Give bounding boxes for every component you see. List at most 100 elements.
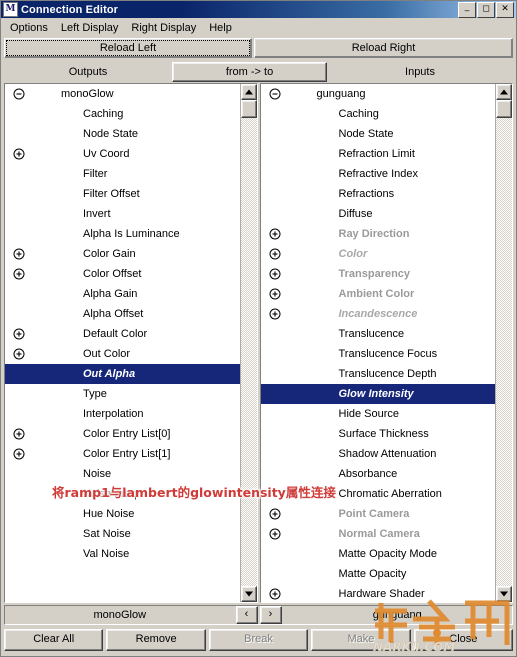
list-item[interactable]: Translucence Depth [261, 364, 496, 384]
list-item[interactable]: Shadow Attenuation [261, 444, 496, 464]
list-item[interactable]: Color Gain [5, 244, 240, 264]
list-item[interactable]: Invert [5, 204, 240, 224]
expander-cell[interactable] [261, 508, 289, 520]
list-item[interactable]: Color Entry List[1] [5, 444, 240, 464]
expand-icon[interactable] [269, 248, 281, 260]
reload-right-button[interactable]: Reload Right [254, 38, 513, 58]
close-action-button[interactable]: Close [413, 629, 514, 651]
next-node-button[interactable]: › [259, 606, 282, 624]
list-item[interactable]: Glow Intensity [260, 384, 495, 404]
right-scroll-down-button[interactable] [496, 586, 512, 602]
expander-cell[interactable] [5, 268, 33, 280]
menu-item-help[interactable]: Help [203, 20, 239, 36]
list-item[interactable]: Filter [5, 164, 240, 184]
expand-icon[interactable] [269, 288, 281, 300]
menu-item-options[interactable]: Options [4, 20, 55, 36]
right-scroll-up-button[interactable] [496, 84, 512, 100]
list-item[interactable]: Normal Camera [261, 524, 496, 544]
expand-icon[interactable] [269, 308, 281, 320]
minimize-button[interactable]: _ [458, 1, 476, 18]
maximize-button[interactable]: ◻ [477, 1, 495, 18]
list-item[interactable]: Hide Source [261, 404, 496, 424]
list-item[interactable]: Caching [261, 104, 496, 124]
list-item[interactable]: Node State [261, 124, 496, 144]
menu-item-right-display[interactable]: Right Display [125, 20, 203, 36]
list-item[interactable]: Default Color [5, 324, 240, 344]
list-item[interactable]: Filter Offset [5, 184, 240, 204]
list-item[interactable]: Translucence [261, 324, 496, 344]
expander-cell[interactable] [261, 88, 289, 100]
expand-icon[interactable] [269, 508, 281, 520]
list-item[interactable]: Absorbance [261, 464, 496, 484]
expander-cell[interactable] [261, 248, 289, 260]
expander-cell[interactable] [5, 248, 33, 260]
expand-icon[interactable] [13, 428, 25, 440]
menu-item-left-display[interactable]: Left Display [55, 20, 125, 36]
expander-cell[interactable] [261, 288, 289, 300]
expander-cell[interactable] [5, 448, 33, 460]
expand-icon[interactable] [13, 328, 25, 340]
expand-icon[interactable] [13, 348, 25, 360]
expander-cell[interactable] [261, 268, 289, 280]
close-button[interactable]: ✕ [496, 1, 514, 18]
expand-icon[interactable] [13, 248, 25, 260]
expand-icon[interactable] [269, 588, 281, 600]
list-item[interactable]: Refractions [261, 184, 496, 204]
left-scroll-down-button[interactable] [240, 586, 257, 602]
list-item[interactable]: Color [261, 244, 496, 264]
prev-node-button[interactable]: ‹ [235, 606, 258, 624]
title-bar[interactable]: M Connection Editor _ ◻ ✕ [1, 1, 516, 18]
list-item[interactable]: Ray Direction [261, 224, 496, 244]
list-item[interactable]: Diffuse [261, 204, 496, 224]
expander-cell[interactable] [261, 308, 289, 320]
left-vertical-scrollbar[interactable] [239, 84, 257, 602]
list-item[interactable]: Alpha Offset [5, 304, 240, 324]
list-item[interactable]: Out Color [5, 344, 240, 364]
expand-icon[interactable] [13, 148, 25, 160]
list-item[interactable]: gunguang [261, 84, 496, 104]
list-item[interactable]: Noise [5, 464, 240, 484]
list-item[interactable]: Node State [5, 124, 240, 144]
expander-cell[interactable] [261, 228, 289, 240]
list-item[interactable]: Ambient Color [261, 284, 496, 304]
list-item[interactable]: Type [5, 384, 240, 404]
collapse-icon[interactable] [269, 88, 281, 100]
list-item[interactable]: Hardware Shader [261, 584, 496, 602]
left-attribute-list[interactable]: monoGlow Caching Node State Uv Coord Filter F… [5, 84, 240, 602]
list-item[interactable]: Matte Opacity Mode [261, 544, 496, 564]
list-item[interactable]: Caching [5, 104, 240, 124]
list-item[interactable]: Transparency [261, 264, 496, 284]
reload-left-button[interactable]: Reload Left [4, 38, 252, 58]
expander-cell[interactable] [261, 528, 289, 540]
list-item[interactable]: Point Camera [261, 504, 496, 524]
right-attribute-list[interactable]: gunguang Caching Node State Refraction Limi… [260, 84, 496, 602]
right-vertical-scrollbar[interactable] [495, 84, 512, 602]
list-item[interactable]: Alpha Gain [5, 284, 240, 304]
expand-icon[interactable] [269, 228, 281, 240]
expander-cell[interactable] [261, 588, 289, 600]
expander-cell[interactable] [5, 328, 33, 340]
expand-icon[interactable] [269, 528, 281, 540]
expander-cell[interactable] [5, 148, 33, 160]
remove-button[interactable]: Remove [106, 629, 206, 651]
list-item[interactable]: Uv Coord [5, 144, 240, 164]
expander-cell[interactable] [5, 88, 33, 100]
list-item[interactable]: Hue Noise [5, 504, 240, 524]
right-scroll-track[interactable] [496, 118, 512, 586]
expander-cell[interactable] [5, 428, 33, 440]
left-scroll-thumb[interactable] [240, 100, 257, 118]
list-item[interactable]: Surface Thickness [261, 424, 496, 444]
right-scroll-thumb[interactable] [496, 100, 512, 118]
list-item[interactable]: Alpha Is Luminance [5, 224, 240, 244]
list-item[interactable]: Refractive Index [261, 164, 496, 184]
list-item[interactable]: Refraction Limit [261, 144, 496, 164]
collapse-icon[interactable] [13, 88, 25, 100]
left-scroll-track[interactable] [240, 118, 257, 586]
list-item[interactable]: Matte Opacity [261, 564, 496, 584]
list-item[interactable]: Interpolation [5, 404, 240, 424]
list-item[interactable]: monoGlow [5, 84, 240, 104]
expand-icon[interactable] [13, 448, 25, 460]
expand-icon[interactable] [269, 268, 281, 280]
list-item[interactable]: Out Alpha [5, 364, 240, 384]
list-item[interactable]: Sat Noise [5, 524, 240, 544]
